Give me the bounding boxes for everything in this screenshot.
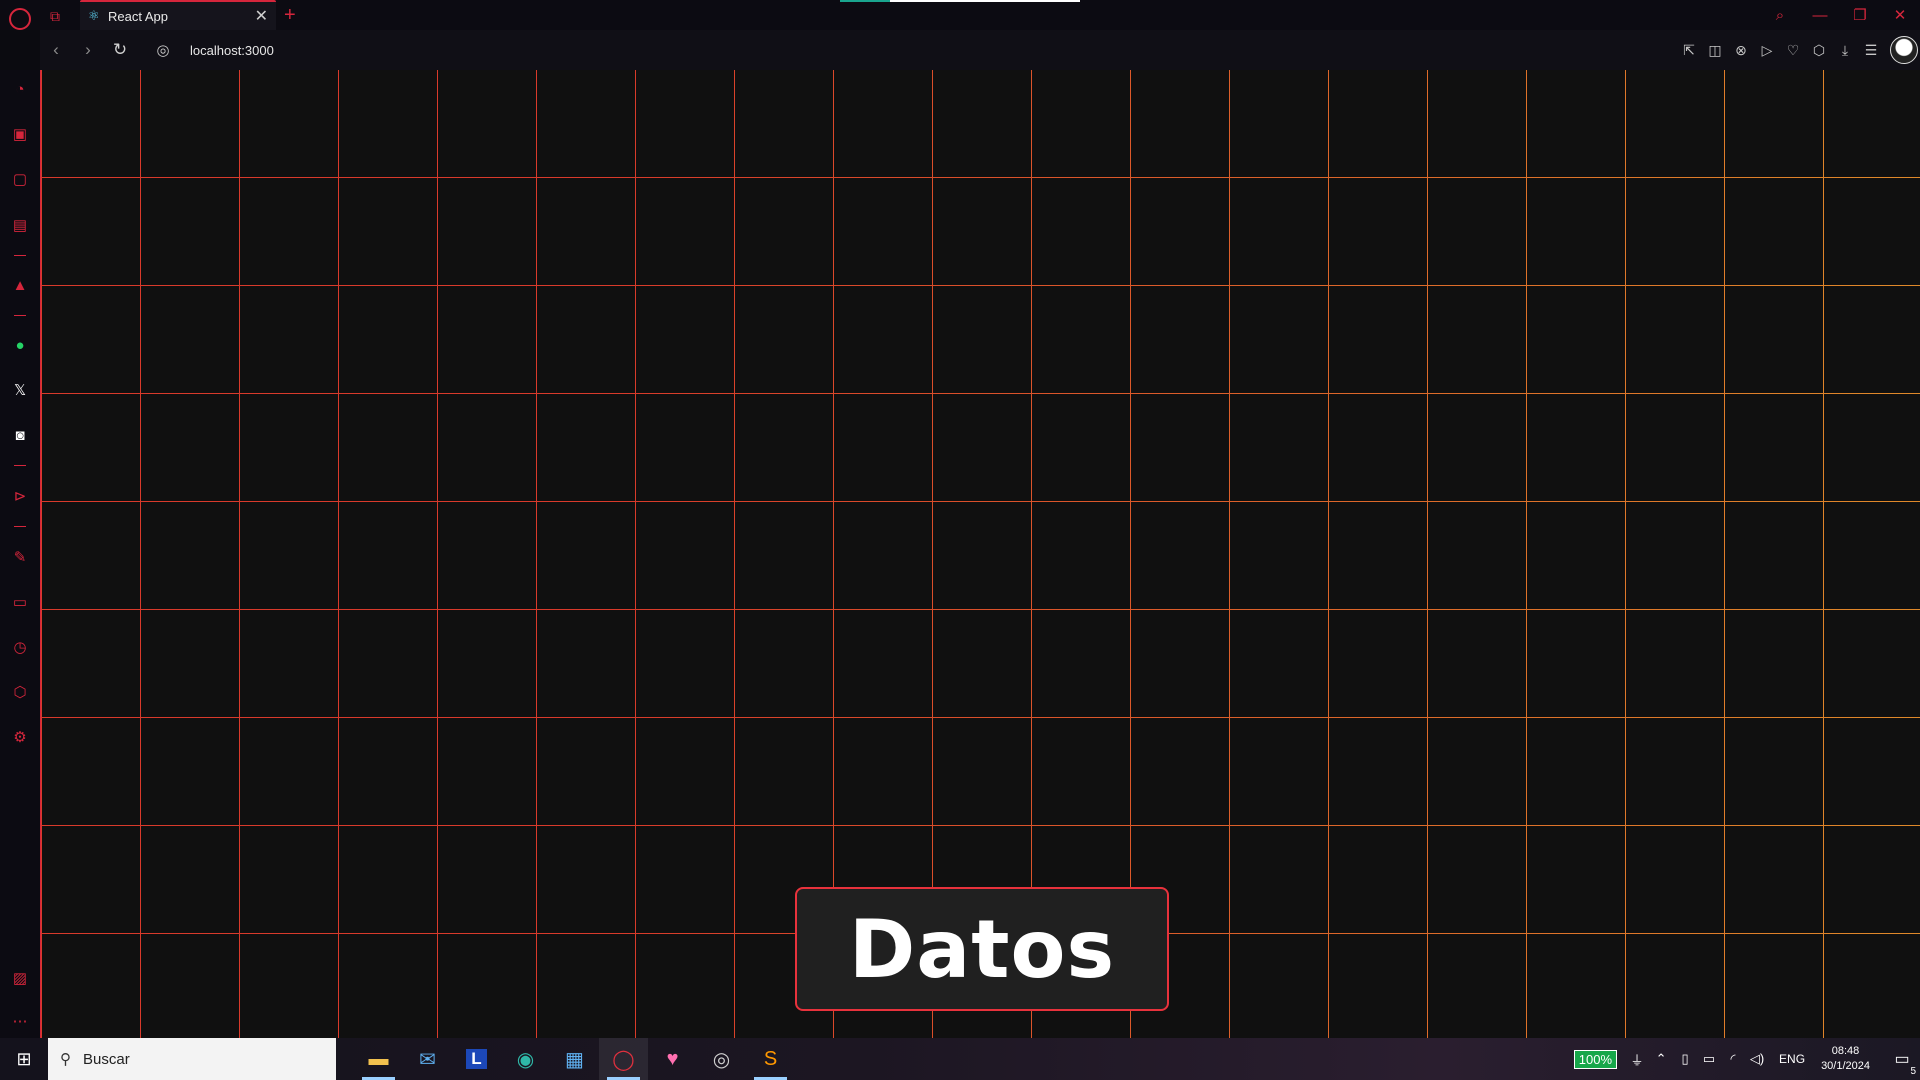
taskbar-search-input[interactable]: ⚲ Buscar (48, 1038, 336, 1080)
cube-icon[interactable]: ⬡ (10, 683, 30, 703)
close-button[interactable]: ✕ (1880, 6, 1920, 24)
snapshot-icon[interactable]: ◫ (1702, 42, 1728, 59)
loading-accent-bar (840, 0, 1080, 2)
url-field[interactable]: localhost:3000 (190, 43, 274, 58)
aria-icon[interactable]: ▲ (10, 276, 30, 296)
edge-icon[interactable]: ◉ (501, 1038, 550, 1080)
sidebar-separator (14, 315, 26, 316)
tab-react-app[interactable]: ⚛ React App ✕ (80, 0, 276, 30)
power-plug-icon[interactable]: ⏚ (1625, 1050, 1649, 1069)
notification-count: 5 (1910, 1066, 1916, 1077)
address-bar: ‹ › ↻ ◎ localhost:3000 ⇱ ◫ ⊗ ▷ ♡ ⬡ ⤓ ☰ (40, 30, 1920, 70)
file-explorer-icon[interactable]: ▬ (354, 1038, 403, 1080)
history-icon[interactable]: ◷ (10, 638, 30, 658)
sublime-text-icon[interactable]: S (746, 1038, 795, 1080)
whatsapp-icon[interactable]: ● (10, 336, 30, 356)
discord-icon[interactable]: ◙ (10, 426, 30, 446)
site-info-icon[interactable]: ◎ (146, 41, 180, 59)
opera-gx-icon[interactable]: ◯ (599, 1038, 648, 1080)
windows-start-icon[interactable]: ⊞ (0, 1038, 48, 1080)
settings-icon[interactable]: ⚙ (10, 728, 30, 748)
extensions-cube-icon[interactable]: ⬡ (1806, 42, 1832, 59)
battery-icon[interactable]: ▭ (1697, 1051, 1721, 1067)
forward-icon[interactable]: › (72, 40, 104, 60)
volume-icon[interactable]: ◁) (1745, 1051, 1769, 1067)
bookmark-heart-icon[interactable]: ♡ (1780, 42, 1806, 59)
clock-time: 08:48 (1831, 1045, 1860, 1057)
store-icon[interactable]: ▦ (550, 1038, 599, 1080)
tabs-icon[interactable]: ▭ (10, 593, 30, 613)
pinboard-icon[interactable]: ✎ (10, 548, 30, 568)
react-favicon-icon: ⚛ (88, 8, 100, 23)
share-icon[interactable]: ⇱ (1676, 42, 1702, 59)
search-icon: ⚲ (60, 1051, 71, 1068)
mail-icon[interactable]: ✉ (403, 1038, 452, 1080)
back-icon[interactable]: ‹ (40, 40, 72, 60)
language-indicator[interactable]: ENG (1779, 1052, 1805, 1066)
bag-icon[interactable]: ▣ (10, 125, 30, 145)
player-icon[interactable]: ⊳ (10, 487, 30, 507)
heart-app-icon[interactable]: ♥ (648, 1038, 697, 1080)
profile-avatar[interactable] (1890, 36, 1918, 64)
datos-button-label: Datos (848, 902, 1116, 996)
notifications-icon[interactable]: ▭ 5 (1884, 1049, 1920, 1077)
clipboard-icon[interactable]: ▤ (10, 216, 30, 236)
twitch-icon[interactable]: ▢ (10, 170, 30, 190)
datos-button[interactable]: Datos (795, 887, 1169, 1011)
opera-logo-icon[interactable] (9, 8, 31, 30)
download-icon[interactable]: ⤓ (1832, 42, 1858, 59)
speed-dial-icon[interactable]: ◔ (10, 80, 30, 100)
sidebar-separator (14, 255, 26, 256)
system-tray: 100% ⏚ ⌃ ▯ ▭ ◜ ◁) ENG 08:48 30/1/2024 ▭ 5 (1573, 1038, 1920, 1080)
sidebar: ◔ ▣ ▢ ▤ ▲ ● 𝕏 ◙ ⊳ ✎ ▭ ◷ ⬡ ⚙ ▨ ⋯ (0, 70, 40, 1038)
sidebar-separator (14, 526, 26, 527)
page-viewport: Datos (40, 70, 1920, 1038)
title-bar: ⧉ ⚛ React App ✕ + ⌕ — ❐ ✕ (0, 0, 1920, 30)
window-controls: ⌕ — ❐ ✕ (1760, 0, 1920, 30)
show-hidden-icons-chevron[interactable]: ⌃ (1649, 1051, 1673, 1067)
obs-icon[interactable]: ◎ (697, 1038, 746, 1080)
new-tab-button[interactable]: + (284, 4, 296, 27)
gallery-icon[interactable]: ▨ (10, 969, 30, 989)
tab-title: React App (108, 8, 168, 24)
adblock-icon[interactable]: ⊗ (1728, 42, 1754, 59)
restore-button[interactable]: ❐ (1840, 6, 1880, 24)
clock[interactable]: 08:48 30/1/2024 (1821, 1044, 1870, 1074)
device-icon[interactable]: ▯ (1673, 1051, 1697, 1067)
easy-setup-icon[interactable]: ☰ (1858, 42, 1884, 59)
wifi-icon[interactable]: ◜ (1721, 1051, 1745, 1067)
toolbar-actions: ⇱ ◫ ⊗ ▷ ♡ ⬡ ⤓ ☰ (1676, 30, 1918, 70)
l-app-icon[interactable]: L (452, 1038, 501, 1080)
search-tabs-icon[interactable]: ⌕ (1760, 7, 1800, 24)
minimize-button[interactable]: — (1800, 7, 1840, 24)
taskbar-apps: ▬ ✉ L ◉ ▦ ◯ ♥ ◎ S (354, 1038, 795, 1080)
sidebar-separator (14, 465, 26, 466)
clock-date: 30/1/2024 (1821, 1060, 1870, 1072)
more-icon[interactable]: ⋯ (10, 1012, 30, 1032)
battery-percentage[interactable]: 100% (1573, 1049, 1618, 1069)
tab-close-icon[interactable]: ✕ (255, 6, 268, 26)
windows-taskbar: ⊞ ⚲ Buscar ▬ ✉ L ◉ ▦ ◯ ♥ ◎ S 100% ⏚ ⌃ ▯ … (0, 1038, 1920, 1080)
tab-islands-icon[interactable]: ⧉ (50, 8, 68, 24)
search-placeholder: Buscar (83, 1050, 130, 1068)
send-icon[interactable]: ▷ (1754, 42, 1780, 59)
x-icon[interactable]: 𝕏 (10, 381, 30, 401)
reload-icon[interactable]: ↻ (104, 40, 136, 60)
